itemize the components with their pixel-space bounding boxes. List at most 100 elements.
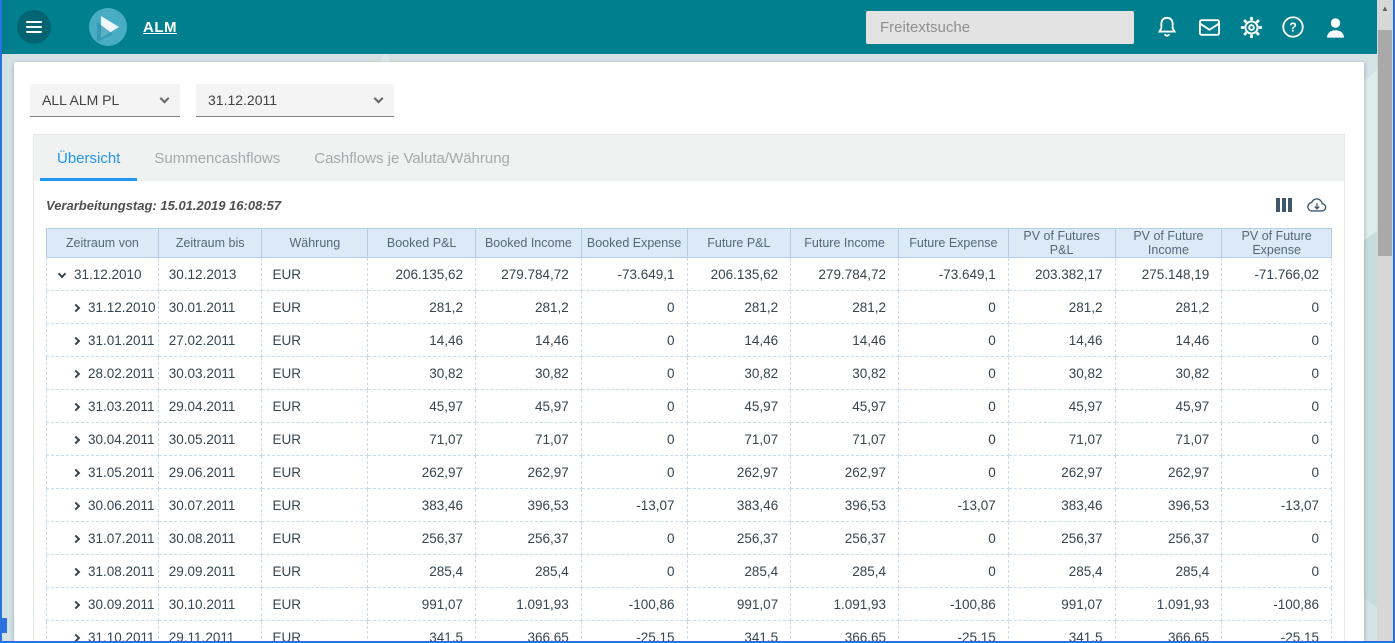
expand-chevron-icon[interactable]: [71, 468, 81, 477]
cell-future-income: 45,97: [790, 389, 899, 423]
search-input[interactable]: [866, 10, 1134, 44]
settings-button[interactable]: [1230, 7, 1272, 47]
col-header-booked-expense[interactable]: Booked Expense: [580, 228, 688, 258]
inbox-button[interactable]: [1188, 7, 1230, 47]
scrollbar-up-arrow-icon[interactable]: ▲: [1377, 0, 1393, 17]
col-header-booked-income[interactable]: Booked Income: [475, 228, 582, 258]
cell-zeitraum-von: 31.12.2010: [46, 257, 159, 291]
cell-pv-future-income: 71,07: [1114, 422, 1223, 456]
expand-chevron-icon[interactable]: [71, 567, 81, 576]
cell-pv-future-income: 285,4: [1114, 554, 1223, 588]
expand-chevron-icon[interactable]: [71, 369, 81, 378]
vertical-scrollbar[interactable]: ▲: [1377, 0, 1393, 643]
cell-future-pl: 206.135,62: [686, 257, 792, 291]
date-select[interactable]: 31.12.2011: [196, 84, 394, 117]
choose-columns-icon[interactable]: [1276, 198, 1292, 212]
expand-chevron-icon[interactable]: [71, 501, 81, 510]
expand-chevron-icon[interactable]: [71, 402, 81, 411]
col-header-future-expense[interactable]: Future Expense: [898, 228, 1009, 258]
table-row[interactable]: 30.09.2011 30.10.2011 EUR 991,07 1.091,9…: [46, 587, 1332, 621]
table-row[interactable]: 31.10.2011 29.11.2011 EUR 341,5 366,65 -…: [46, 620, 1332, 643]
table-row[interactable]: 30.04.2011 30.05.2011 EUR 71,07 71,07 0 …: [46, 422, 1332, 456]
tab-cashflows-je-valuta[interactable]: Cashflows je Valuta/Währung: [297, 135, 527, 181]
window-border-accent: [0, 618, 7, 633]
cell-booked-expense: 0: [580, 455, 688, 489]
expand-chevron-icon[interactable]: [57, 269, 67, 278]
expand-chevron-icon[interactable]: [71, 435, 81, 444]
col-header-pv-futures-pl[interactable]: PV of Futures P&L: [1007, 228, 1116, 258]
col-header-future-income[interactable]: Future Income: [790, 228, 899, 258]
cell-booked-expense: 0: [580, 323, 688, 357]
table-row[interactable]: 31.07.2011 30.08.2011 EUR 256,37 256,37 …: [46, 521, 1332, 555]
expand-chevron-icon[interactable]: [71, 633, 81, 642]
table-row[interactable]: 30.06.2011 30.07.2011 EUR 383,46 396,53 …: [46, 488, 1332, 522]
cell-booked-expense: 0: [580, 422, 688, 456]
account-button[interactable]: [1314, 7, 1356, 47]
table-row[interactable]: 31.01.2011 27.02.2011 EUR 14,46 14,46 0 …: [46, 323, 1332, 357]
svg-text:?: ?: [1289, 21, 1297, 35]
col-header-zeitraum-von[interactable]: Zeitraum von: [46, 228, 159, 258]
col-header-pv-future-expense[interactable]: PV of Future Expense: [1221, 228, 1332, 258]
table-row[interactable]: 31.12.2010 30.01.2011 EUR 281,2 281,2 0 …: [46, 290, 1332, 324]
portfolio-select[interactable]: ALL ALM PL: [30, 84, 180, 117]
cell-waehrung: EUR: [261, 422, 369, 456]
cell-booked-income: 285,4: [475, 554, 582, 588]
table-row[interactable]: 31.05.2011 29.06.2011 EUR 262,97 262,97 …: [46, 455, 1332, 489]
cell-waehrung: EUR: [261, 521, 369, 555]
col-header-pv-future-income[interactable]: PV of Future Income: [1114, 228, 1223, 258]
cell-future-income: 14,46: [790, 323, 899, 357]
table-row[interactable]: 28.02.2011 30.03.2011 EUR 30,82 30,82 0 …: [46, 356, 1332, 390]
cell-booked-income: 366,65: [475, 620, 582, 643]
col-header-zeitraum-bis[interactable]: Zeitraum bis: [157, 228, 263, 258]
cell-booked-income: 30,82: [475, 356, 582, 390]
cell-zeitraum-von: 31.01.2011: [46, 323, 159, 357]
cell-pv-future-expense: -100,86: [1221, 587, 1332, 621]
cell-future-pl: 991,07: [686, 587, 792, 621]
cell-pv-futures-pl: 256,37: [1007, 521, 1116, 555]
cell-zeitraum-bis: 30.05.2011: [157, 422, 263, 456]
brand-logo-icon: [89, 8, 127, 46]
cloud-download-icon[interactable]: [1306, 195, 1328, 215]
hamburger-menu-icon[interactable]: [17, 10, 51, 44]
app-logo[interactable]: ALM: [89, 8, 177, 46]
expand-chevron-icon[interactable]: [71, 600, 81, 609]
col-header-waehrung[interactable]: Währung: [261, 228, 369, 258]
cell-zeitraum-von: 28.02.2011: [46, 356, 159, 390]
table-row[interactable]: 31.08.2011 29.09.2011 EUR 285,4 285,4 0 …: [46, 554, 1332, 588]
help-button[interactable]: ?: [1272, 7, 1314, 47]
cell-pv-future-expense: 0: [1221, 455, 1332, 489]
cell-pv-future-expense: 0: [1221, 521, 1332, 555]
table-row[interactable]: 31.12.2010 30.12.2013 EUR 206.135,62 279…: [46, 257, 1332, 291]
filter-row: ALL ALM PL 31.12.2011: [14, 62, 1364, 117]
cell-future-expense: 0: [898, 455, 1009, 489]
cell-booked-expense: 0: [580, 290, 688, 324]
cell-booked-expense: 0: [580, 356, 688, 390]
expand-chevron-icon[interactable]: [71, 303, 81, 312]
col-header-booked-pl[interactable]: Booked P&L: [367, 228, 477, 258]
expand-chevron-icon[interactable]: [71, 534, 81, 543]
scrollbar-thumb[interactable]: [1378, 30, 1392, 256]
cell-future-expense: -13,07: [898, 488, 1009, 522]
cell-waehrung: EUR: [261, 389, 369, 423]
cell-booked-expense: 0: [580, 554, 688, 588]
cell-booked-expense: -25,15: [580, 620, 688, 643]
cell-zeitraum-von: 30.04.2011: [46, 422, 159, 456]
cell-pv-futures-pl: 45,97: [1007, 389, 1116, 423]
col-header-future-pl[interactable]: Future P&L: [686, 228, 792, 258]
cell-zeitraum-bis: 29.04.2011: [157, 389, 263, 423]
expand-chevron-icon[interactable]: [71, 336, 81, 345]
cashflow-table: Zeitraum von Zeitraum bis Währung Booked…: [46, 228, 1332, 643]
cell-future-income: 30,82: [790, 356, 899, 390]
brand-name[interactable]: ALM: [143, 19, 177, 36]
tab-summencashflows[interactable]: Summencashflows: [137, 135, 297, 181]
cell-pv-future-income: 275.148,19: [1114, 257, 1223, 291]
cell-booked-pl: 45,97: [367, 389, 477, 423]
cell-pv-future-income: 45,97: [1114, 389, 1223, 423]
tab-uebersicht[interactable]: Übersicht: [40, 135, 138, 181]
table-row[interactable]: 31.03.2011 29.04.2011 EUR 45,97 45,97 0 …: [46, 389, 1332, 423]
cell-zeitraum-von: 31.12.2010: [46, 290, 159, 324]
notifications-button[interactable]: [1146, 7, 1188, 47]
cell-booked-income: 45,97: [475, 389, 582, 423]
cell-future-expense: -100,86: [898, 587, 1009, 621]
cell-pv-future-income: 281,2: [1114, 290, 1223, 324]
